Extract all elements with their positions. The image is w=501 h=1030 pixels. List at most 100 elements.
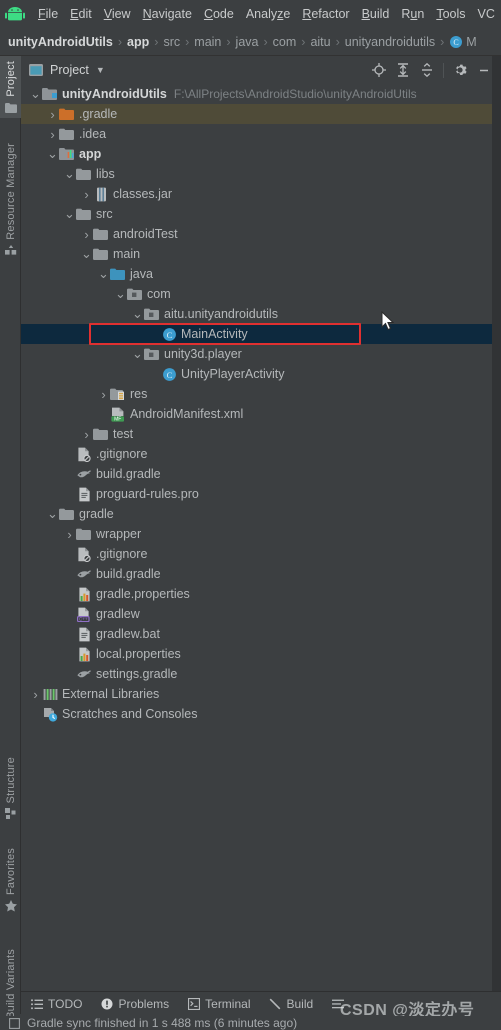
bottom-tab-build[interactable]: Build [260,992,323,1016]
sidebar-item-favorites[interactable]: Favorites [0,831,21,916]
chevron-down-icon[interactable]: ⌄ [114,287,127,300]
bottom-tab-logcat[interactable] [322,992,358,1016]
svg-text:C: C [454,38,459,47]
chevron-right-icon[interactable]: › [46,107,59,122]
breadcrumb-item-com[interactable]: com [273,35,297,49]
tree-row--gradle[interactable]: › .gradle [21,104,501,124]
sidebar-item-structure[interactable]: Structure [0,736,21,824]
tree-row-java[interactable]: ⌄ java [21,264,501,284]
tree-row--gitignore[interactable]: ›.gitignore [21,444,501,464]
chevron-down-icon[interactable]: ⌄ [97,267,110,280]
menu-item-analyze[interactable]: Analyze [240,4,296,25]
tree-row-classes-jar[interactable]: › classes.jar [21,184,501,204]
breadcrumb-item-src[interactable]: src [163,35,180,49]
bottom-tab-problems[interactable]: Problems [91,992,178,1016]
expand-all-icon[interactable] [392,59,414,81]
chevron-down-icon[interactable]: ⌄ [131,347,144,360]
menu-item-view[interactable]: View [98,4,137,25]
chevron-down-icon[interactable]: ⌄ [80,247,93,260]
chevron-right-icon[interactable]: › [29,687,42,702]
tree-row-res[interactable]: › res [21,384,501,404]
chevron-right-icon[interactable]: › [97,387,110,402]
tree-row-external-libraries[interactable]: › External Libraries [21,684,501,704]
tree-row-app[interactable]: ⌄ app [21,144,501,164]
tree-row-build-gradle[interactable]: ›build.gradle [21,564,501,584]
sidebar-item-project[interactable]: Project [0,56,21,118]
tree-row-gradlew[interactable]: ›C++gradlew [21,604,501,624]
gear-icon[interactable] [449,59,471,81]
tree-row--idea[interactable]: › .idea [21,124,501,144]
breadcrumb-item-m[interactable]: CM [449,35,477,49]
folder-icon [93,226,109,242]
chevron-down-icon[interactable]: ⌄ [46,147,59,160]
tree-row-local-properties[interactable]: ›local.properties [21,644,501,664]
project-tree[interactable]: ⌄ unityAndroidUtils F:\AllProjects\Android… [21,84,501,991]
menu-item-file[interactable]: File [32,4,64,25]
menu-item-refactor[interactable]: Refactor [296,4,355,25]
menu-item-edit[interactable]: Edit [64,4,98,25]
chevron-right-icon[interactable]: › [80,187,93,202]
bottom-tab-todo-label: TODO [48,997,83,1011]
breadcrumb[interactable]: unityAndroidUtils › app › src › main › java › com ›… [0,28,501,56]
tree-row-gradle[interactable]: ⌄ gradle [21,504,501,524]
menu-item-navigate[interactable]: Navigate [137,4,198,25]
properties-file-icon [76,586,92,602]
menu-item-build[interactable]: Build [356,4,396,25]
tree-row-src[interactable]: ⌄ src [21,204,501,224]
svg-text:C: C [166,329,172,339]
tree-row-label: res [130,387,148,401]
breadcrumb-item-unityandroidutils[interactable]: unityandroidutils [345,35,435,49]
scroll-from-source-icon[interactable] [368,59,390,81]
chevron-right-icon[interactable]: › [80,227,93,242]
tree-row-test[interactable]: › test [21,424,501,444]
breadcrumb-item-aitu[interactable]: aitu [310,35,330,49]
tree-row-label: .gitignore [96,447,148,461]
tree-row-unityplayeractivity[interactable]: ›CUnityPlayerActivity [21,364,501,384]
breadcrumb-item-java[interactable]: java [236,35,259,49]
chevron-right-icon[interactable]: › [63,527,76,542]
menu-item-vc[interactable]: VC [472,4,501,25]
tree-row-androidtest[interactable]: › androidTest [21,224,501,244]
status-bar-text: Gradle sync finished in 1 s 488 ms (6 mi… [27,1016,298,1030]
tree-row-aitu-unityandroidutils[interactable]: ⌄ aitu.unityandroidutils [21,304,501,324]
chevron-down-icon[interactable]: ▼ [96,65,105,75]
breadcrumb-item-main[interactable]: main [194,35,221,49]
tree-row-settings-gradle[interactable]: ›settings.gradle [21,664,501,684]
tree-row-gradlew-bat[interactable]: ›gradlew.bat [21,624,501,644]
tree-row-wrapper[interactable]: › wrapper [21,524,501,544]
external-libraries-icon [42,686,58,702]
breadcrumb-item-app[interactable]: app [127,35,149,49]
tree-row-label: AndroidManifest.xml [130,407,244,421]
chevron-down-icon[interactable]: ⌄ [46,507,59,520]
tree-row-unity3d-player[interactable]: ⌄ unity3d.player [21,344,501,364]
sidebar-item-resource-manager[interactable]: Resource Manager [0,126,21,261]
menu-item-code[interactable]: Code [198,4,240,25]
breadcrumb-item-unityandroidutils[interactable]: unityAndroidUtils [8,35,113,49]
left-tool-rail: Project Resource Manager Structure Favor… [0,56,21,1030]
chevron-down-icon[interactable]: ⌄ [131,307,144,320]
event-log-icon[interactable] [8,1017,21,1030]
tree-row-unityandroidutils[interactable]: ⌄ unityAndroidUtils F:\AllProjects\Android… [21,84,501,104]
menu-item-run[interactable]: Run [395,4,430,25]
bottom-tab-terminal[interactable]: Terminal [178,992,259,1016]
tree-row-com[interactable]: ⌄ com [21,284,501,304]
tree-row-gradle-properties[interactable]: ›gradle.properties [21,584,501,604]
chevron-down-icon[interactable]: ⌄ [63,167,76,180]
tree-row-scratches-and-consoles[interactable]: ›Scratches and Consoles [21,704,501,724]
java-class-icon: C [161,326,177,342]
tree-row-build-gradle[interactable]: ›build.gradle [21,464,501,484]
tree-row-proguard-rules-pro[interactable]: ›proguard-rules.pro [21,484,501,504]
chevron-right-icon[interactable]: › [46,127,59,142]
tree-row-libs[interactable]: ⌄ libs [21,164,501,184]
chevron-down-icon[interactable]: ⌄ [29,87,42,100]
menu-item-tools[interactable]: Tools [430,4,471,25]
chevron-down-icon[interactable]: ⌄ [63,207,76,220]
collapse-all-icon[interactable] [416,59,438,81]
tree-row-mainactivity[interactable]: ›CMainActivity [21,324,501,344]
bottom-tab-todo[interactable]: TODO [21,992,91,1016]
sidebar-item-build-variants[interactable]: Build Variants [0,922,21,1030]
tree-row--gitignore[interactable]: ›.gitignore [21,544,501,564]
tree-row-androidmanifest-xml[interactable]: ›MFAndroidManifest.xml [21,404,501,424]
tree-row-main[interactable]: ⌄ main [21,244,501,264]
chevron-right-icon[interactable]: › [80,427,93,442]
